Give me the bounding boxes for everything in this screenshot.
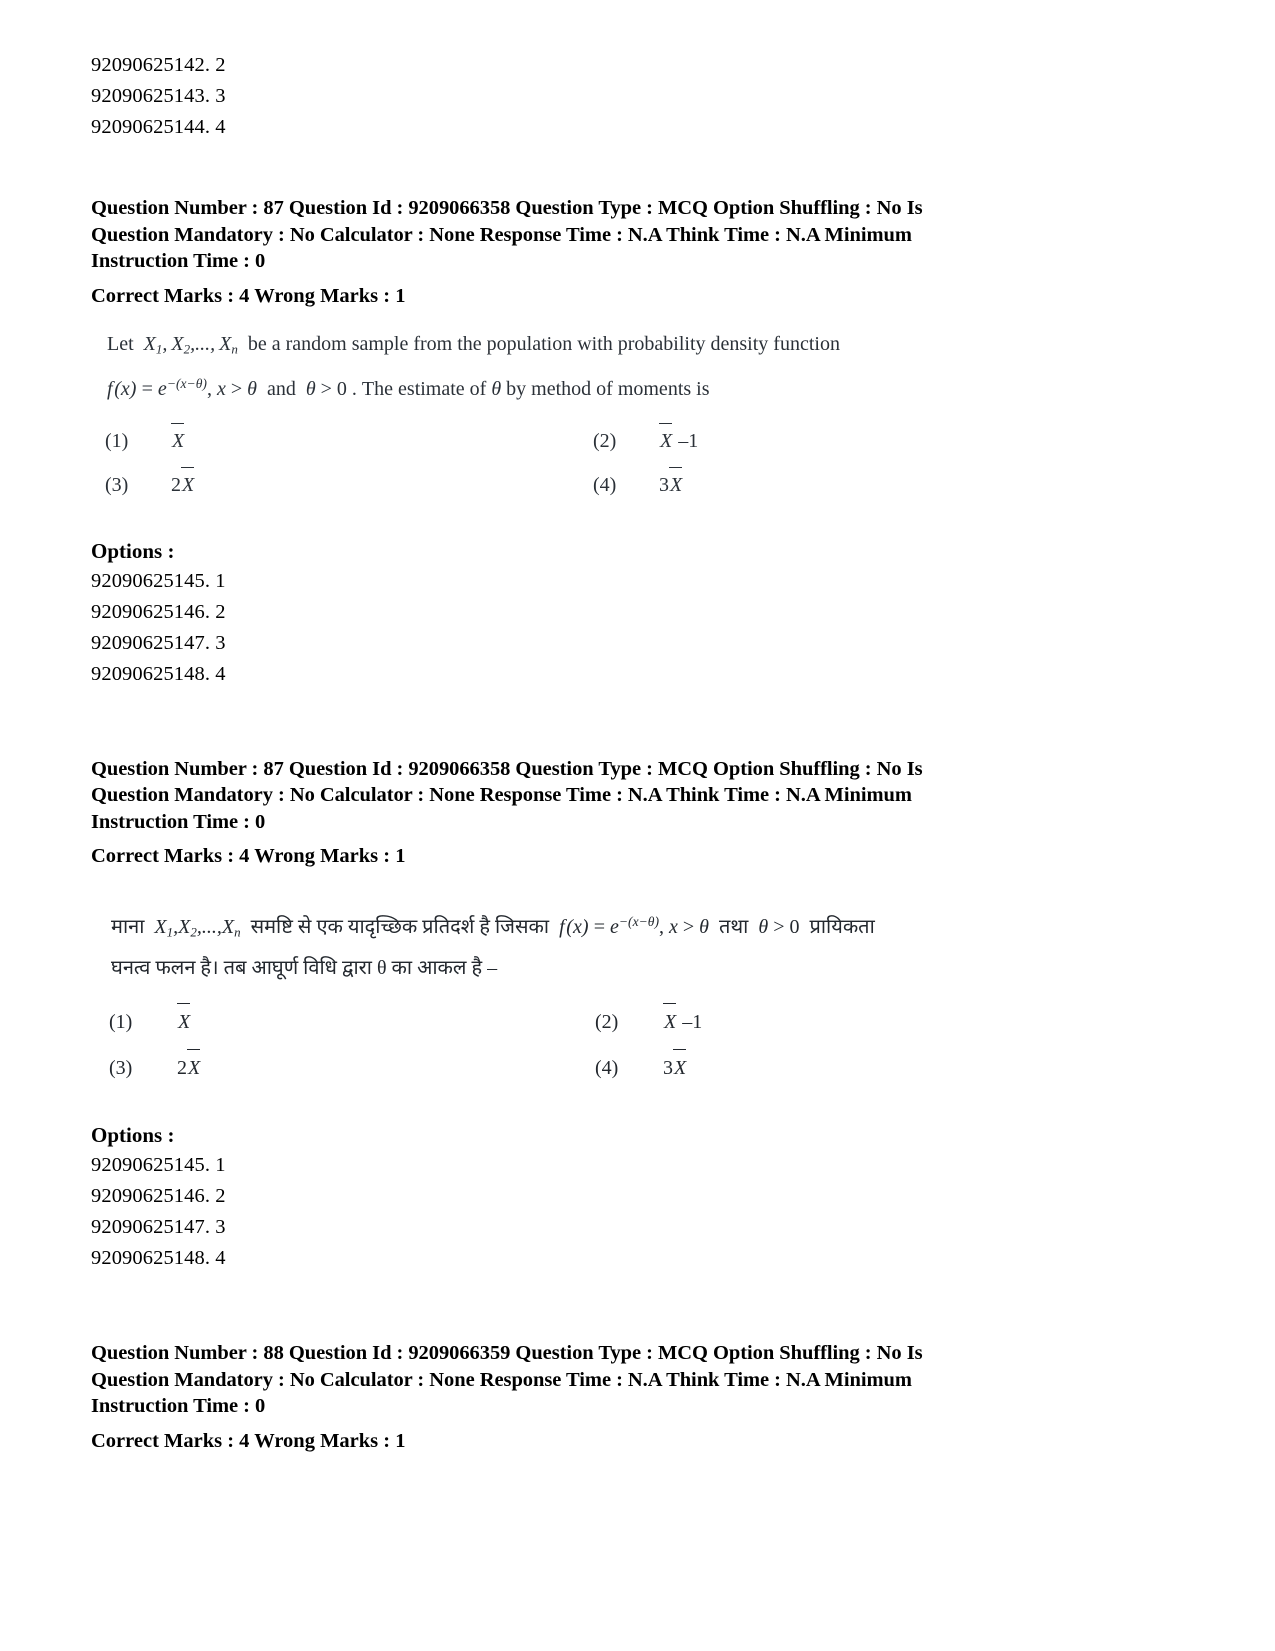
option-value-1: X <box>161 422 593 458</box>
meta-line-2: Question Mandatory : No Calculator : Non… <box>91 223 912 246</box>
option-id-list-87-hindi: 92090625145. 1 92090625146. 2 9209062514… <box>91 1150 1081 1274</box>
option-id-line: 92090625143. 3 <box>91 85 226 107</box>
density-function-formula: f (x) = e−(x−θ) <box>554 913 659 938</box>
marks-line: Correct Marks : 4 Wrong Marks : 1 <box>91 1429 406 1452</box>
option-id-line: 92090625148. 4 <box>91 1247 226 1270</box>
option-value-3: 2X <box>161 466 593 502</box>
option-id-line: 92090625145. 1 <box>91 569 226 592</box>
option-id-line: 92090625146. 2 <box>91 1185 226 1208</box>
answer-options-english: (1) X (2) X –1 (3) 2X (4) 3X <box>91 422 1081 502</box>
answer-options-hindi: (1) X (2) X –1 (3) 2X (4) 3X <box>91 1003 1081 1086</box>
question-statement-line-2: घनत्व फलन है। तब आघूर्ण विधि द्वारा θ का… <box>91 950 1081 986</box>
meta-line-2: Question Mandatory : No Calculator : Non… <box>91 784 912 807</box>
marks-line: Correct Marks : 4 Wrong Marks : 1 <box>91 845 406 868</box>
option-number-1: (1) <box>109 1011 133 1034</box>
option-id-line: 92090625145. 1 <box>91 1154 226 1177</box>
option-number-2: (2) <box>593 429 617 452</box>
formula-condition: θ > 0 <box>758 915 805 938</box>
document-page: 92090625142. 2 92090625143. 3 9209062514… <box>0 0 1275 1651</box>
option-id-list-top: 92090625142. 2 92090625143. 3 9209062514… <box>91 50 1081 143</box>
option-id-list-87-english: 92090625145. 1 92090625146. 2 9209062514… <box>91 566 1081 690</box>
statement-tail-hindi: तथा <box>719 915 749 938</box>
option-number-3: (3) <box>109 1057 133 1080</box>
question-statement-line-2: f (x) = e−(x−θ), x > θ and θ > 0 . The e… <box>91 367 1081 406</box>
option-id-line: 92090625146. 2 <box>91 600 226 623</box>
formula-tail: , x > θ and θ > 0 . The estimate of θ by… <box>206 377 710 400</box>
question-block-88: Question Number : 88 Question Id : 92090… <box>91 1340 1081 1454</box>
option-value-2: X –1 <box>653 1003 1081 1040</box>
option-value-4: 3X <box>653 1049 1081 1086</box>
option-id-line: 92090625147. 3 <box>91 631 226 654</box>
random-variable-list: X1,X2,...,Xn <box>149 915 241 940</box>
meta-line-1: Question Number : 88 Question Id : 92090… <box>91 1342 923 1365</box>
option-id-line: 92090625144. 4 <box>91 116 226 138</box>
marks-line: Correct Marks : 4 Wrong Marks : 1 <box>91 284 406 307</box>
option-id-line: 92090625142. 2 <box>91 54 226 76</box>
option-id-line: 92090625147. 3 <box>91 1216 226 1239</box>
question-block-87-english: Question Number : 87 Question Id : 92090… <box>91 195 1081 690</box>
page-content: 92090625142. 2 92090625143. 3 9209062514… <box>91 50 1081 1454</box>
option-number-2: (2) <box>595 1011 619 1034</box>
question-meta-header: Question Number : 87 Question Id : 92090… <box>91 195 1081 275</box>
option-number-1: (1) <box>105 429 129 452</box>
meta-line-1: Question Number : 87 Question Id : 92090… <box>91 197 923 219</box>
option-number-4: (4) <box>595 1057 619 1080</box>
question-block-87-hindi: Question Number : 87 Question Id : 92090… <box>91 756 1081 1275</box>
option-value-3: 2X <box>167 1049 595 1086</box>
statement-suffix: be a random sample from the population w… <box>247 333 840 355</box>
options-label: Options : <box>91 538 175 563</box>
option-id-line: 92090625148. 4 <box>91 662 226 685</box>
statement-prefix-hindi: माना <box>111 915 145 938</box>
option-value-1: X <box>167 1003 595 1040</box>
statement-prefix: Let <box>107 333 134 355</box>
question-body-image-english: Let X1, X2,..., Xn be a random sample fr… <box>91 327 1081 502</box>
meta-line-3: Instruction Time : 0 <box>91 810 266 833</box>
option-value-2: X –1 <box>649 422 1081 458</box>
density-function-formula: f (x) = e−(x−θ) <box>107 375 207 400</box>
question-statement-line-1: माना X1,X2,...,Xn समष्टि से एक यादृच्छिक… <box>91 904 1081 951</box>
meta-line-1: Question Number : 87 Question Id : 92090… <box>91 757 923 780</box>
meta-line-3: Instruction Time : 0 <box>91 250 266 272</box>
question-meta-header: Question Number : 88 Question Id : 92090… <box>91 1340 1081 1420</box>
options-label: Options : <box>91 1123 175 1148</box>
statement-line2-hindi: घनत्व फलन है। तब आघूर्ण विधि द्वारा θ का… <box>111 957 498 980</box>
random-variable-list: X1, X2,..., Xn <box>138 333 238 357</box>
question-body-image-hindi: माना X1,X2,...,Xn समष्टि से एक यादृच्छिक… <box>91 904 1081 1087</box>
statement-end-hindi: प्रायिकता <box>809 915 875 938</box>
option-number-4: (4) <box>593 473 617 496</box>
option-number-3: (3) <box>105 473 129 496</box>
question-meta-header: Question Number : 87 Question Id : 92090… <box>91 756 1081 836</box>
option-value-4: 3X <box>649 466 1081 502</box>
statement-middle-hindi: समष्टि से एक यादृच्छिक प्रतिदर्श है जिसक… <box>250 915 550 938</box>
meta-line-2: Question Mandatory : No Calculator : Non… <box>91 1368 912 1391</box>
question-statement-line-1: Let X1, X2,..., Xn be a random sample fr… <box>91 327 1081 367</box>
meta-line-3: Instruction Time : 0 <box>91 1395 266 1418</box>
formula-range: , x > θ <box>659 915 709 938</box>
